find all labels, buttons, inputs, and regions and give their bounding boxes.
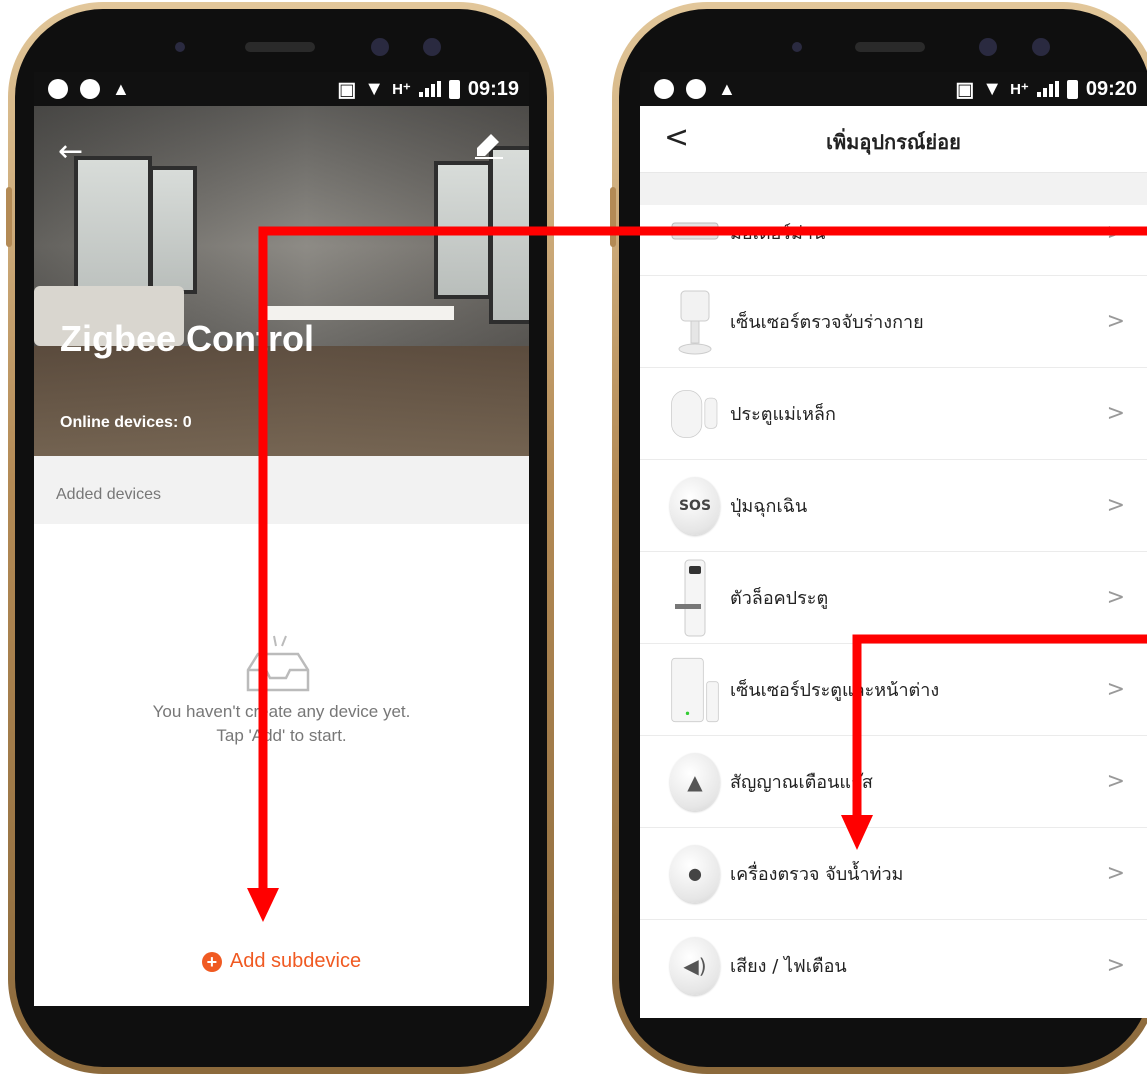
cast-icon: ▣ <box>955 78 975 101</box>
edit-icon[interactable] <box>473 128 505 160</box>
status-time: 09:20 <box>1085 77 1137 100</box>
door-lock-icon <box>670 559 720 636</box>
flame-icon: ▲ <box>687 769 703 794</box>
online-devices-count: Online devices: 0 <box>60 414 192 431</box>
list-item-label: เซ็นเซอร์ประตูและหน้าต่าง <box>730 680 940 701</box>
chevron-right-icon: > <box>1106 861 1125 886</box>
app-header: < เพิ่มอุปกรณ์ย่อย <box>640 106 1147 173</box>
list-item-gas-alarm[interactable]: ▲ สัญญาณเตือนแก๊ส > <box>640 736 1147 828</box>
line-app-icon <box>686 79 706 99</box>
list-item-flood-detector[interactable]: ● เครื่องตรวจ จับน้ำท่วม > <box>640 828 1147 920</box>
chevron-right-icon: > <box>1106 309 1125 334</box>
curtain-motor-icon <box>670 203 720 263</box>
empty-state-text: You haven't create any device yet. Tap '… <box>34 700 529 748</box>
list-item-label: ประตูแม่เหล็ก <box>730 404 836 425</box>
list-item-label: ตัวล็อคประตู <box>730 588 829 609</box>
left-screen: ▲ ▣ ▼ H⁺ 09:19 ← Zigbee Control Online d… <box>34 72 529 1006</box>
room-hero-image: ← Zigbee Control Online devices: 0 <box>34 106 529 456</box>
add-subdevice-button[interactable]: + Add subdevice <box>34 950 529 973</box>
empty-box-icon <box>246 635 310 692</box>
wifi-icon: ▼ <box>364 77 385 100</box>
list-item-label: ปุ่มฉุกเฉิน <box>730 496 808 517</box>
cast-icon: ▣ <box>337 78 357 101</box>
list-item-label: เสียง / ไฟเตือน <box>730 956 847 977</box>
sos-button-icon: SOS <box>670 476 720 536</box>
app-notification-icon <box>48 79 68 99</box>
bell-icon: ▲ <box>718 78 736 99</box>
right-screen: ▲ ▣ ▼ H⁺ 09:20 < เพิ่มอุปกรณ์ย่อย มอเตอร… <box>640 72 1147 1018</box>
app-notification-icon <box>654 79 674 99</box>
list-item-motion-sensor[interactable]: เซ็นเซอร์ตรวจจับร่างกาย > <box>640 276 1147 368</box>
chevron-right-icon: > <box>1106 585 1125 610</box>
added-devices-header: Added devices <box>34 456 529 524</box>
list-item-label: เครื่องตรวจ จับน้ำท่วม <box>730 864 904 885</box>
list-item-door-magnet[interactable]: ประตูแม่เหล็ก > <box>640 368 1147 460</box>
list-item-curtain-motor[interactable]: มอเตอร์ม่าน > <box>640 190 1147 276</box>
empty-text-line2: Tap 'Add' to start. <box>216 726 347 745</box>
add-subdevice-label: Add subdevice <box>229 950 362 972</box>
gas-alarm-icon: ▲ <box>670 752 720 812</box>
device-type-list: มอเตอร์ม่าน > เซ็นเซอร์ตรวจจับร่างกาย > … <box>640 190 1147 1011</box>
door-window-sensor-icon <box>670 657 720 722</box>
list-item-label: มอเตอร์ม่าน <box>730 223 826 244</box>
motion-sensor-icon <box>670 290 720 354</box>
back-arrow-icon[interactable]: ← <box>58 134 83 169</box>
list-item-label: สัญญาณเตือนแก๊ส <box>730 772 873 793</box>
bell-icon: ▲ <box>112 78 130 99</box>
chevron-right-icon: > <box>1106 493 1125 518</box>
chevron-right-icon: > <box>1106 220 1125 245</box>
battery-icon <box>448 79 460 99</box>
wifi-icon: ▼ <box>982 77 1003 100</box>
battery-icon <box>1066 79 1078 99</box>
status-time: 09:19 <box>467 77 519 100</box>
network-type: H⁺ <box>392 81 411 98</box>
empty-text-line1: You haven't create any device yet. <box>152 702 411 721</box>
signal-icon <box>1036 81 1059 97</box>
water-drop-icon: ● <box>688 864 702 883</box>
status-bar: ▲ ▣ ▼ H⁺ 09:19 <box>34 72 529 106</box>
chevron-right-icon: > <box>1106 677 1125 702</box>
signal-icon <box>418 81 441 97</box>
list-item-siren[interactable]: ◀) เสียง / ไฟเตือน > <box>640 920 1147 1011</box>
speaker-icon: ◀) <box>683 953 707 978</box>
list-item-door-lock[interactable]: ตัวล็อคประตู > <box>640 552 1147 644</box>
list-item-label: เซ็นเซอร์ตรวจจับร่างกาย <box>730 312 924 333</box>
status-bar: ▲ ▣ ▼ H⁺ 09:20 <box>640 72 1147 106</box>
line-app-icon <box>80 79 100 99</box>
chevron-right-icon: > <box>1106 401 1125 426</box>
page-title: Zigbee Control <box>60 318 314 359</box>
network-type: H⁺ <box>1010 81 1029 98</box>
chevron-right-icon: > <box>1106 769 1125 794</box>
plus-circle-icon: + <box>201 951 222 972</box>
siren-icon: ◀) <box>670 936 720 996</box>
flood-detector-icon: ● <box>670 844 720 904</box>
door-magnet-icon <box>670 384 720 444</box>
sos-badge: SOS <box>678 497 712 514</box>
list-item-door-window-sensor[interactable]: เซ็นเซอร์ประตูและหน้าต่าง > <box>640 644 1147 736</box>
page-title: เพิ่มอุปกรณ์ย่อย <box>826 130 961 154</box>
chevron-right-icon: > <box>1106 953 1125 978</box>
list-item-sos-button[interactable]: SOS ปุ่มฉุกเฉิน > <box>640 460 1147 552</box>
